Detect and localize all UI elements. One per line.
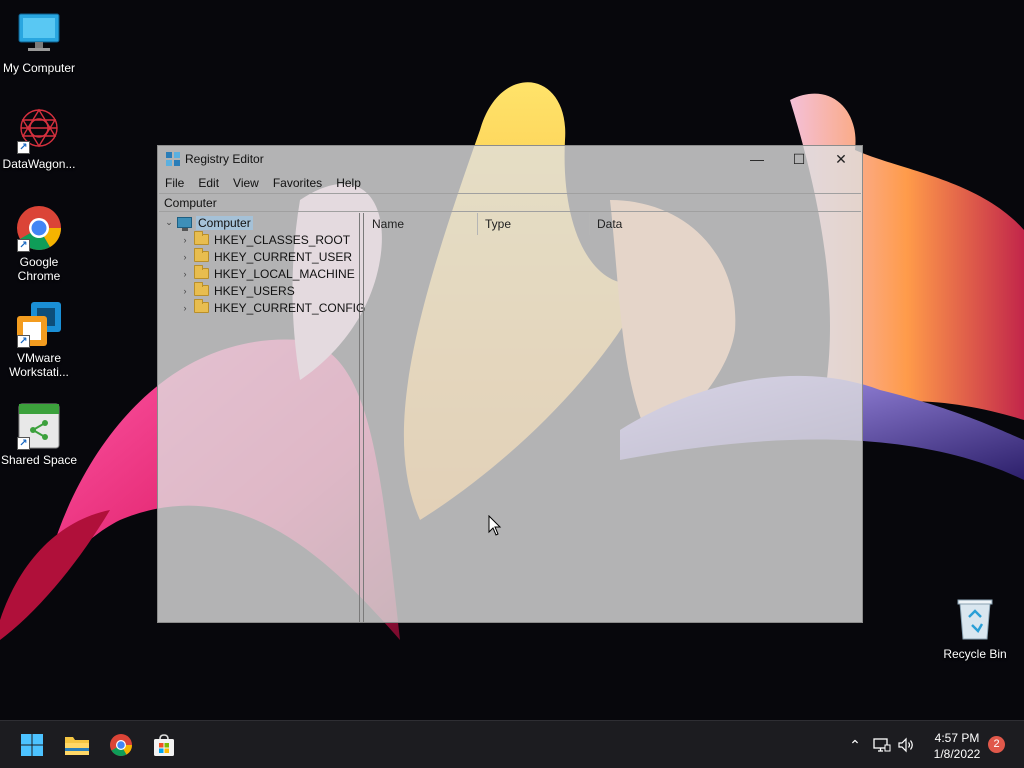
shortcut-arrow-icon: ↗ <box>17 141 30 154</box>
menu-view[interactable]: View <box>226 174 266 192</box>
desktop-icon-datawagon[interactable]: ↗ DataWagon... <box>0 106 78 171</box>
tree-node-label: HKEY_CLASSES_ROOT <box>214 232 351 247</box>
column-header-type[interactable]: Type <box>478 213 590 235</box>
pane-splitter[interactable] <box>363 213 364 622</box>
desktop-icon-google-chrome[interactable]: ↗ Google Chrome <box>0 204 78 283</box>
vmware-icon: ↗ <box>15 300 63 348</box>
mouse-cursor-icon <box>488 514 502 540</box>
minimize-icon: — <box>750 151 764 167</box>
shared-space-icon: ↗ <box>15 402 63 450</box>
expand-chevron-icon[interactable]: › <box>179 252 191 262</box>
window-title: Registry Editor <box>185 152 264 166</box>
desktop-icon-shared-space[interactable]: ↗ Shared Space <box>0 402 78 467</box>
tree-node-hkey-classes-root[interactable]: › HKEY_CLASSES_ROOT <box>179 231 350 248</box>
tree-node-hkey-users[interactable]: › HKEY_USERS <box>179 282 295 299</box>
maximize-icon: ☐ <box>792 150 806 167</box>
datawagon-icon: ↗ <box>15 106 63 154</box>
clock-date: 1/8/2022 <box>933 747 981 761</box>
desktop-icon-label: VMware Workstati... <box>9 351 69 379</box>
show-hidden-icons-button[interactable]: ⌃ <box>845 735 865 755</box>
folder-icon <box>194 265 209 279</box>
values-list-pane[interactable]: Name Type Data <box>365 213 861 622</box>
clock-time: 4:57 PM <box>934 731 980 745</box>
menu-edit[interactable]: Edit <box>191 174 226 192</box>
tree-node-label: HKEY_CURRENT_CONFIG <box>214 300 366 315</box>
menu-bar: File Edit View Favorites Help <box>158 174 368 192</box>
expand-chevron-icon[interactable]: › <box>179 303 191 313</box>
folder-icon <box>194 282 209 296</box>
tree-node-computer[interactable]: ⌄ Computer <box>163 214 253 231</box>
desktop-icon-my-computer[interactable]: My Computer <box>0 10 78 75</box>
start-icon <box>21 734 43 756</box>
monitor-icon <box>15 10 63 58</box>
chrome-taskbar-button[interactable] <box>103 727 139 763</box>
tree-node-label: HKEY_USERS <box>214 283 295 298</box>
shortcut-arrow-icon: ↗ <box>17 335 30 348</box>
close-icon: ✕ <box>835 150 847 167</box>
close-button[interactable]: ✕ <box>820 146 862 172</box>
menu-help[interactable]: Help <box>329 174 368 192</box>
desktop-icon-label: Shared Space <box>0 453 78 467</box>
folder-icon <box>194 231 209 245</box>
network-icon <box>873 738 891 752</box>
title-bar[interactable]: Registry Editor — ☐ ✕ <box>158 146 862 172</box>
store-button[interactable] <box>146 727 182 763</box>
start-button[interactable] <box>14 727 50 763</box>
expand-chevron-icon[interactable]: › <box>179 235 191 245</box>
chrome-icon <box>110 734 132 756</box>
shortcut-arrow-icon: ↗ <box>17 239 30 252</box>
desktop-icon-vmware[interactable]: ↗ VMware Workstati... <box>0 300 78 379</box>
file-explorer-icon <box>65 737 89 755</box>
tree-node-label: HKEY_LOCAL_MACHINE <box>214 266 355 281</box>
minimize-button[interactable]: — <box>736 146 778 172</box>
tree-node-label: HKEY_CURRENT_USER <box>214 249 353 264</box>
registry-editor-icon <box>166 152 180 166</box>
chevron-up-icon: ⌃ <box>849 736 861 753</box>
clock-button[interactable]: 4:57 PM 1/8/2022 <box>922 730 992 762</box>
notification-badge[interactable]: 2 <box>988 736 1005 753</box>
tree-node-hkey-current-user[interactable]: › HKEY_CURRENT_USER <box>179 248 352 265</box>
tree-node-hkey-local-machine[interactable]: › HKEY_LOCAL_MACHINE <box>179 265 355 282</box>
file-explorer-button[interactable] <box>59 727 95 763</box>
key-tree-pane[interactable]: ⌄ Computer › HKEY_CLASSES_ROOT › HKEY_CU… <box>159 213 365 622</box>
address-bar[interactable]: Computer <box>159 193 861 212</box>
expand-chevron-icon[interactable]: › <box>179 269 191 279</box>
folder-icon <box>194 248 209 262</box>
tree-node-label: Computer <box>196 215 253 230</box>
chrome-icon: ↗ <box>15 204 63 252</box>
tree-node-hkey-current-config[interactable]: › HKEY_CURRENT_CONFIG <box>179 299 365 316</box>
desktop-icon-label: My Computer <box>2 61 76 75</box>
taskbar: ⌃ 4:57 PM 1/8/2022 2 <box>0 720 1024 768</box>
volume-button[interactable] <box>896 735 916 755</box>
column-header-data[interactable]: Data <box>590 213 861 235</box>
store-icon <box>154 734 174 756</box>
recycle-bin-icon <box>955 597 995 641</box>
expand-chevron-icon[interactable]: ⌄ <box>163 217 175 228</box>
network-status-button[interactable] <box>872 735 892 755</box>
folder-icon <box>194 299 209 313</box>
column-header-name[interactable]: Name <box>365 213 478 235</box>
desktop-icon-label: Google Chrome <box>17 255 61 283</box>
menu-favorites[interactable]: Favorites <box>266 174 329 192</box>
computer-icon <box>177 217 192 231</box>
expand-chevron-icon[interactable]: › <box>179 286 191 296</box>
menu-file[interactable]: File <box>158 174 191 192</box>
desktop-icon-recycle-bin[interactable]: Recycle Bin <box>941 597 1009 661</box>
registry-editor-window[interactable]: Registry Editor — ☐ ✕ File Edit View Fav… <box>157 145 863 623</box>
shortcut-arrow-icon: ↗ <box>17 437 30 450</box>
recycle-bin-label: Recycle Bin <box>943 647 1007 661</box>
maximize-button[interactable]: ☐ <box>778 146 820 172</box>
speaker-icon <box>898 737 913 753</box>
desktop-icon-label: DataWagon... <box>2 157 76 171</box>
